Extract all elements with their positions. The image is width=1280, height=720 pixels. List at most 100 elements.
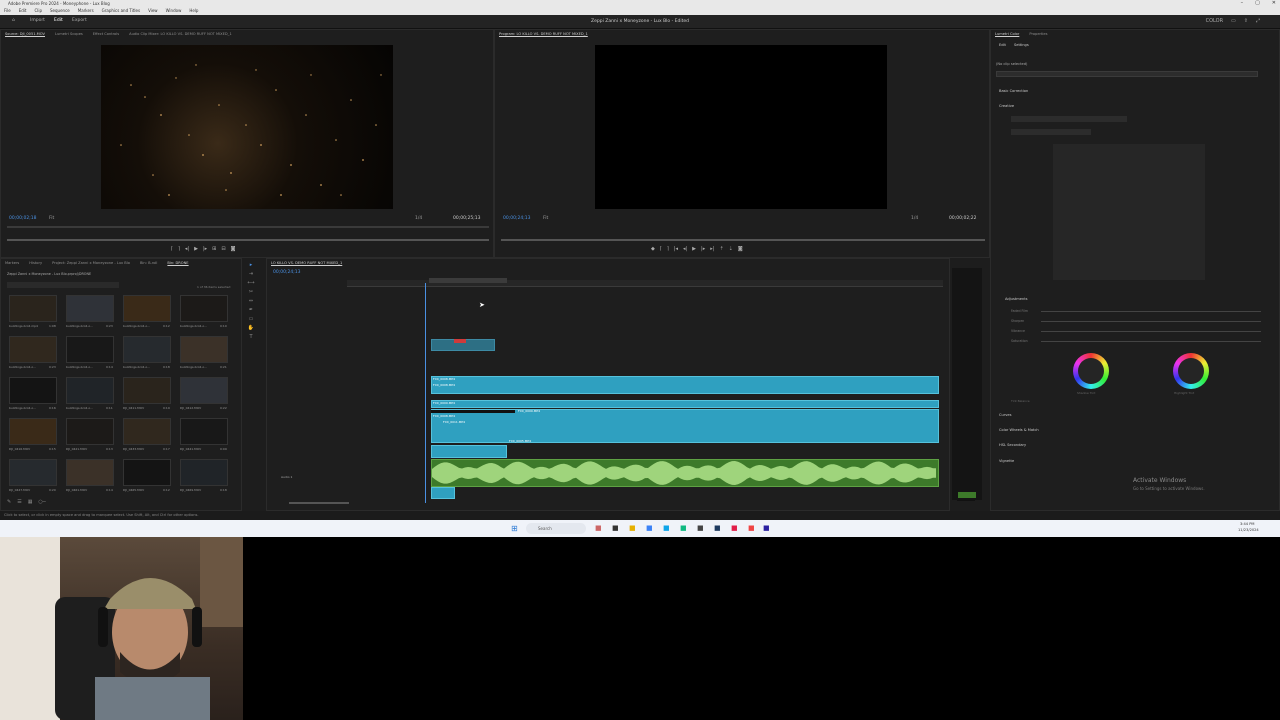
section-creative[interactable]: Creative	[999, 104, 1014, 108]
menu-window[interactable]: Window	[166, 7, 182, 15]
clip-thumbnail[interactable]	[66, 377, 114, 404]
step-forward-icon[interactable]: |▸	[701, 246, 705, 252]
program-video-frame[interactable]	[595, 45, 887, 209]
slip-tool-icon[interactable]: ⇔	[249, 298, 253, 304]
go-in-icon[interactable]: |◂	[674, 246, 678, 252]
timeline-clip[interactable]	[431, 409, 939, 443]
mark-in-icon[interactable]: ⌈	[171, 246, 173, 252]
section-curves[interactable]: Curves	[999, 413, 1011, 417]
source-scrub-bar[interactable]	[7, 239, 489, 241]
section-color-wheels[interactable]: Color Wheels & Match	[999, 428, 1039, 432]
clip-thumbnail[interactable]	[123, 459, 171, 486]
razor-tool-icon[interactable]: ✂	[249, 289, 253, 295]
tab-bin-drone[interactable]: Bin: DRONE	[167, 259, 188, 267]
subtab-edit[interactable]: Edit	[999, 43, 1006, 47]
clip-thumbnail[interactable]	[123, 336, 171, 363]
red-label-clip[interactable]	[454, 339, 466, 343]
app-icon[interactable]: ■	[663, 524, 670, 532]
clip-thumbnail[interactable]	[123, 295, 171, 322]
tab-history[interactable]: History	[29, 259, 42, 267]
menu-graphics[interactable]: Graphics and Titles	[102, 7, 140, 15]
project-search-input[interactable]	[7, 282, 119, 288]
premiere-icon[interactable]: ■	[763, 524, 770, 532]
camera-icon[interactable]: ◙	[738, 246, 743, 252]
rectangle-tool-icon[interactable]: ▭	[249, 316, 254, 322]
source-fit-dropdown[interactable]: Fit	[49, 216, 54, 221]
menu-clip[interactable]: Clip	[34, 7, 42, 15]
mark-out-icon[interactable]: ⌉	[178, 246, 180, 252]
camera-icon[interactable]: ◙	[231, 246, 236, 252]
fullscreen-icon[interactable]: ⤢	[1256, 18, 1260, 24]
app-icon[interactable]: ■	[612, 524, 619, 532]
windows-start-icon[interactable]: ⊞	[511, 524, 518, 533]
menu-markers[interactable]: Markers	[78, 7, 94, 15]
app-icon[interactable]: ■	[680, 524, 687, 532]
clip-thumbnail[interactable]	[66, 295, 114, 322]
shadow-tint-wheel[interactable]	[1073, 353, 1109, 389]
menu-file[interactable]: File	[4, 7, 11, 15]
source-resolution-dropdown[interactable]: 1/4	[415, 216, 422, 221]
section-vignette[interactable]: Vignette	[999, 459, 1014, 463]
clip-thumbnail[interactable]	[123, 377, 171, 404]
pen-tool-icon[interactable]: ✒	[249, 307, 253, 313]
play-icon[interactable]: ▶	[692, 246, 696, 252]
clip-thumbnail[interactable]	[180, 336, 228, 363]
hand-tool-icon[interactable]: ✋	[248, 325, 254, 331]
app-icon[interactable]: ■	[697, 524, 704, 532]
app-icon[interactable]: ■	[646, 524, 653, 532]
tab-markers[interactable]: Markers	[5, 259, 19, 267]
insert-icon[interactable]: ⊞	[212, 246, 216, 252]
source-timecode[interactable]: 00;00;02;18	[9, 216, 36, 221]
clip-thumbnail[interactable]	[9, 418, 57, 445]
app-icon[interactable]: ■	[595, 524, 602, 532]
tab-properties[interactable]: Properties	[1029, 30, 1047, 38]
source-video-frame[interactable]	[101, 45, 393, 209]
look-dropdown[interactable]	[1011, 116, 1127, 122]
overwrite-icon[interactable]: ⊟	[221, 246, 225, 252]
lift-icon[interactable]: ⇡	[719, 246, 723, 252]
subtab-settings[interactable]: Settings	[1014, 43, 1029, 47]
timeline-timecode[interactable]: 00;00;24;13	[273, 270, 300, 275]
tab-effect-controls[interactable]: Effect Controls	[93, 30, 119, 38]
clip-thumbnail[interactable]	[180, 459, 228, 486]
highlight-tint-wheel[interactable]	[1173, 353, 1209, 389]
play-icon[interactable]: ▶	[194, 246, 198, 252]
tab-program[interactable]: Program: LO KILLO VS. DEMO RUFF NOT MIXE…	[499, 30, 588, 38]
section-hsl-secondary[interactable]: HSL Secondary	[999, 443, 1026, 447]
tab-project[interactable]: Project: Zeppi Zanni x Moneyzone - Lux B…	[52, 259, 130, 267]
program-fit-dropdown[interactable]: Fit	[543, 216, 548, 221]
source-time-ruler[interactable]	[7, 226, 489, 228]
program-timecode[interactable]: 00;00;24;13	[503, 216, 530, 221]
close-icon[interactable]: ✕	[1272, 0, 1276, 7]
timeline-clip[interactable]	[431, 376, 939, 394]
app-icon[interactable]: ■	[731, 524, 738, 532]
ripple-edit-icon[interactable]: ⟷	[247, 280, 254, 286]
work-area-bar[interactable]	[429, 278, 507, 283]
tab-lumetri-color[interactable]: Lumetri Color	[995, 30, 1019, 38]
selection-tool-icon[interactable]: ▸	[250, 262, 253, 268]
menu-help[interactable]: Help	[189, 7, 198, 15]
taskbar-search[interactable]: Search	[526, 523, 586, 534]
clip-thumbnail[interactable]	[9, 459, 57, 486]
zoom-slider[interactable]: ○─	[38, 499, 45, 505]
faded-film-slider[interactable]	[1041, 311, 1261, 312]
pen-icon[interactable]: ✎	[7, 499, 11, 505]
minimize-icon[interactable]: –	[1241, 0, 1244, 7]
list-view-icon[interactable]: ☰	[17, 499, 21, 505]
tab-sequence[interactable]: LO KILLO VS. DEMO RUFF NOT MIXED_1	[271, 259, 342, 267]
timeline-clip[interactable]	[431, 400, 939, 408]
program-scrub-bar[interactable]	[501, 239, 985, 241]
step-forward-icon[interactable]: |▸	[203, 246, 207, 252]
folder-icon[interactable]: ■	[629, 524, 636, 532]
workspace-label[interactable]: COLOR	[1206, 18, 1223, 24]
program-resolution-dropdown[interactable]: 1/4	[911, 216, 918, 221]
step-back-icon[interactable]: ◂|	[185, 246, 189, 252]
menu-view[interactable]: View	[148, 7, 158, 15]
color-space-dropdown[interactable]	[1011, 129, 1091, 135]
clip-thumbnail[interactable]	[180, 295, 228, 322]
timeline-zoom-scrollbar[interactable]	[289, 502, 349, 504]
tab-audio-clip-mixer[interactable]: Audio Clip Mixer: LO KILLO VS. DEMO RUFF…	[129, 30, 232, 38]
maximize-icon[interactable]: ▢	[1255, 0, 1260, 7]
track-select-icon[interactable]: ⇥	[249, 271, 253, 277]
clip-thumbnail[interactable]	[66, 459, 114, 486]
